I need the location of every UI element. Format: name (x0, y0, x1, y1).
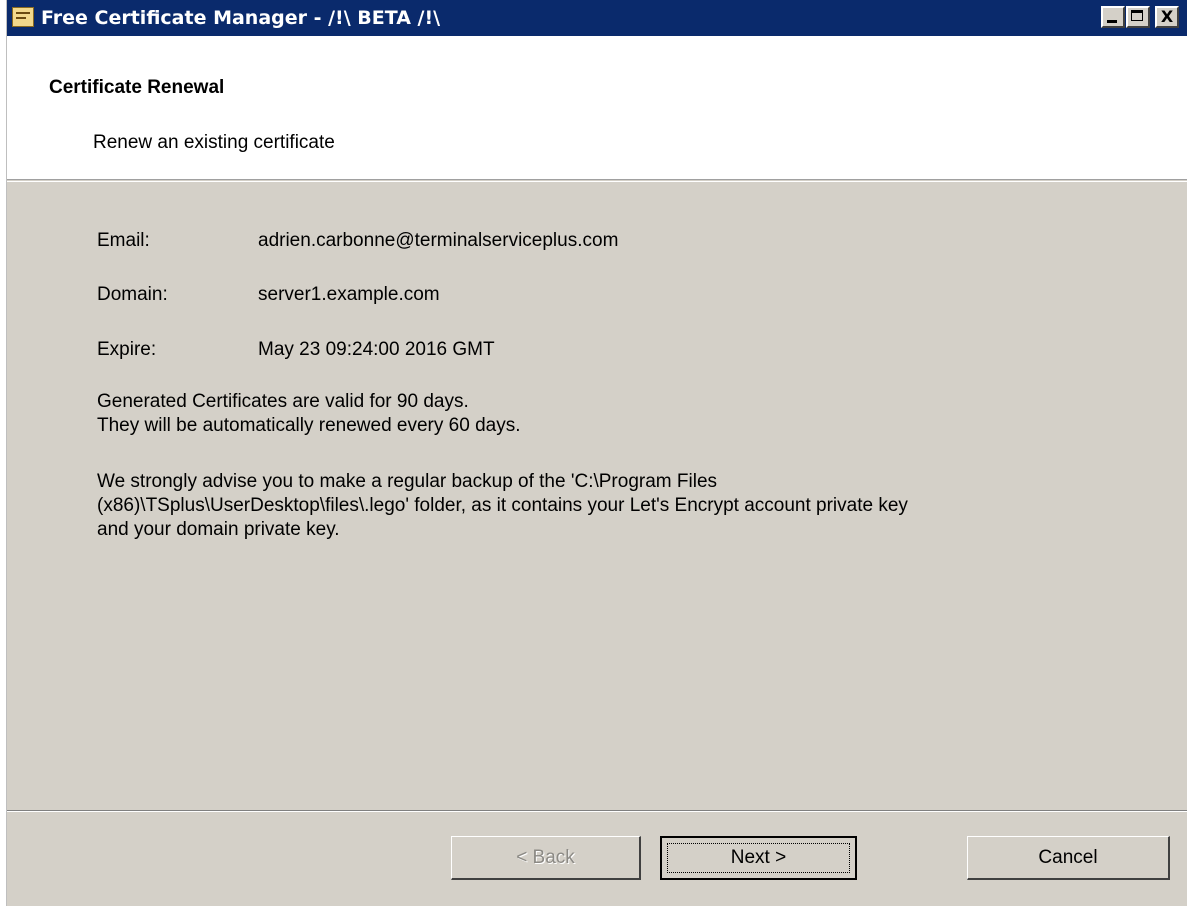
footer-divider (7, 810, 1187, 812)
page-subtitle: Renew an existing certificate (93, 132, 335, 153)
wizard-header: Certificate Renewal Renew an existing ce… (7, 36, 1187, 182)
expire-label: Expire: (97, 339, 157, 360)
email-value: adrien.carbonne@terminalserviceplus.com (258, 230, 619, 251)
certificate-icon (12, 7, 34, 27)
minimize-icon (1107, 20, 1117, 23)
next-button[interactable]: Next > (660, 836, 857, 880)
cancel-button[interactable]: Cancel (967, 836, 1170, 880)
maximize-icon (1131, 10, 1143, 21)
maximize-button[interactable] (1126, 6, 1150, 28)
window-title: Free Certificate Manager - /!\ BETA /!\ (41, 7, 441, 29)
domain-label: Domain: (97, 284, 168, 305)
wizard-window: Free Certificate Manager - /!\ BETA /!\ … (6, 0, 1187, 906)
email-label: Email: (97, 230, 150, 251)
backup-advice-line-2: (x86)\TSplus\UserDesktop\files\.lego' fo… (97, 495, 908, 516)
page-title: Certificate Renewal (49, 77, 225, 98)
close-icon: X (1160, 7, 1174, 26)
close-button[interactable]: X (1155, 6, 1179, 28)
focus-rectangle (667, 843, 850, 873)
backup-advice-line-3: and your domain private key. (97, 519, 340, 540)
minimize-button[interactable] (1101, 6, 1125, 28)
expire-value: May 23 09:24:00 2016 GMT (258, 339, 495, 360)
title-bar[interactable]: Free Certificate Manager - /!\ BETA /!\ … (7, 0, 1187, 36)
domain-value: server1.example.com (258, 284, 440, 305)
backup-advice-line-1: We strongly advise you to make a regular… (97, 471, 718, 492)
renewal-text: They will be automatically renewed every… (97, 415, 521, 436)
back-button[interactable]: < Back (451, 836, 641, 880)
validity-text: Generated Certificates are valid for 90 … (97, 391, 469, 412)
